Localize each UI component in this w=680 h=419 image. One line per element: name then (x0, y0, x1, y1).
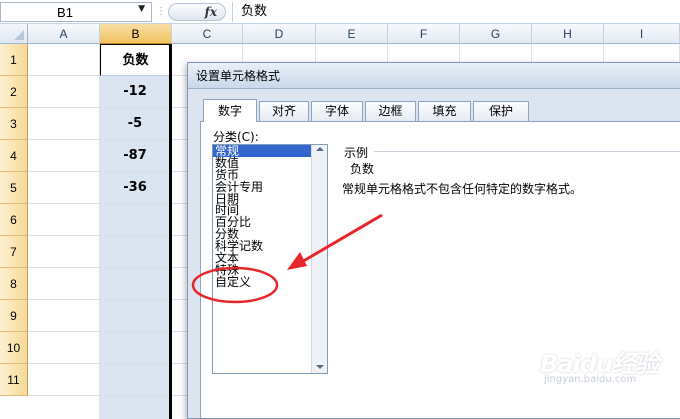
cell-b4[interactable]: -87 (100, 140, 170, 172)
column-header-a[interactable]: A (28, 24, 100, 44)
column-header-i[interactable]: I (604, 24, 680, 44)
watermark-logo: Baidu经验 jingyan.baidu.com (540, 344, 659, 385)
cell-b1[interactable]: 负数 (100, 44, 170, 76)
category-item[interactable]: 自定义 (213, 276, 311, 288)
fx-icon: fx (204, 5, 217, 19)
category-item[interactable]: 特殊 (213, 264, 311, 276)
sample-group: 示例 负数 (342, 144, 680, 176)
sample-label: 示例 (344, 144, 373, 161)
cell-b2[interactable]: -12 (100, 76, 170, 108)
row-header-11[interactable]: 11 (0, 364, 28, 396)
category-listbox[interactable]: 常规 数值 货币 会计专用 日期 时间 百分比 分数 科学记数 文本 特殊 自定义 (212, 144, 328, 374)
row-header-7[interactable]: 7 (0, 236, 28, 268)
tab-alignment[interactable]: 对齐 (259, 101, 309, 121)
row-header-4[interactable]: 4 (0, 140, 28, 172)
row-header-9[interactable]: 9 (0, 300, 28, 332)
formula-input[interactable]: 负数 (232, 2, 680, 22)
row-header-8[interactable]: 8 (0, 268, 28, 300)
cell-b5[interactable]: -36 (100, 172, 170, 204)
scroll-down-icon[interactable] (316, 365, 324, 369)
column-header-d[interactable]: D (243, 24, 316, 44)
name-box-value: B1 (57, 5, 73, 20)
column-header-c[interactable]: C (172, 24, 243, 44)
formula-bar: B1 ▼ ⋮ fx 负数 (0, 0, 680, 24)
sample-value: 负数 (350, 162, 375, 176)
category-item[interactable]: 会计专用 (213, 181, 311, 193)
tab-protection[interactable]: 保护 (473, 101, 529, 121)
category-label: 分类(C): (213, 130, 259, 144)
tab-border[interactable]: 边框 (365, 101, 416, 121)
row-header-5[interactable]: 5 (0, 172, 28, 204)
resize-handle-icon[interactable]: ⋮ (156, 5, 166, 19)
category-item[interactable]: 数值 (213, 157, 311, 169)
format-description: 常规单元格格式不包含任何特定的数字格式。 (342, 182, 583, 196)
column-header-b[interactable]: B (100, 24, 172, 44)
tab-number[interactable]: 数字 (203, 99, 257, 122)
column-header-g[interactable]: G (460, 24, 532, 44)
select-all-corner[interactable] (0, 24, 28, 44)
row-header-6[interactable]: 6 (0, 204, 28, 236)
watermark-url: jingyan.baidu.com (544, 374, 637, 385)
insert-function-button[interactable]: fx (168, 3, 226, 21)
name-box[interactable]: B1 ▼ (0, 2, 152, 22)
cell-b3[interactable]: -5 (100, 108, 170, 140)
column-b-selection-border (169, 44, 172, 419)
row-header-1[interactable]: 1 (0, 44, 28, 76)
column-header-h[interactable]: H (532, 24, 604, 44)
row-header-2[interactable]: 2 (0, 76, 28, 108)
category-scrollbar[interactable] (311, 145, 327, 373)
column-header-e[interactable]: E (316, 24, 388, 44)
column-header-f[interactable]: F (388, 24, 460, 44)
row-header-10[interactable]: 10 (0, 332, 28, 364)
chevron-down-icon[interactable]: ▼ (138, 4, 145, 14)
row-header-3[interactable]: 3 (0, 108, 28, 140)
dialog-title: 设置单元格格式 (188, 63, 680, 89)
sample-divider (374, 151, 680, 152)
scroll-up-icon[interactable] (316, 147, 324, 151)
category-item[interactable]: 货币 (213, 169, 311, 181)
tab-font[interactable]: 字体 (311, 101, 363, 121)
tab-fill[interactable]: 填充 (418, 101, 471, 121)
